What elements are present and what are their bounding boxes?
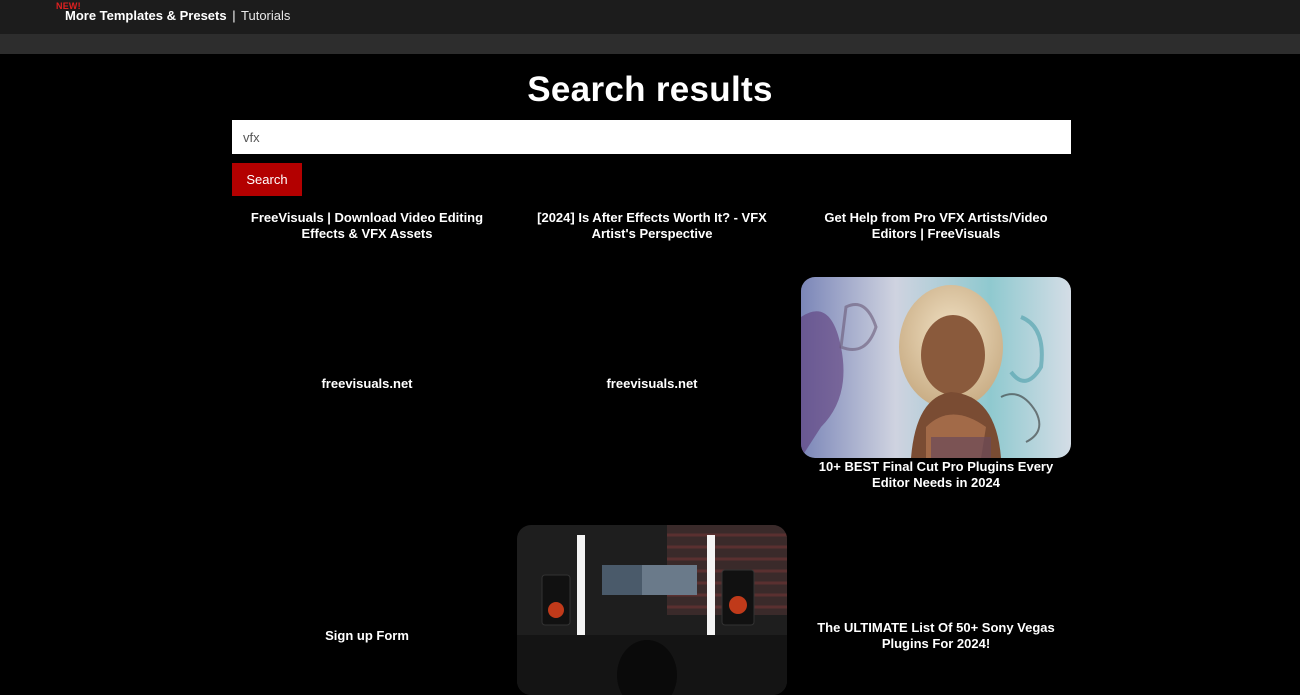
nav-link-templates-presets[interactable]: More Templates & Presets — [65, 8, 227, 23]
result-title[interactable]: freevisuals.net — [232, 376, 502, 392]
woman-portrait-image — [801, 277, 1071, 458]
nav-link-tutorials[interactable]: Tutorials — [241, 8, 290, 23]
editing-desk-image — [517, 525, 787, 695]
page-title: Search results — [527, 70, 773, 109]
result-title[interactable]: Sign up Form — [232, 628, 502, 644]
result-title[interactable]: 10+ BEST Final Cut Pro Plugins Every Edi… — [801, 459, 1071, 491]
search-input[interactable] — [232, 120, 1071, 154]
result-title[interactable]: Get Help from Pro VFX Artists/Video Edit… — [801, 210, 1071, 242]
result-title[interactable]: [2024] Is After Effects Worth It? - VFX … — [517, 210, 787, 242]
nav-separator: | — [232, 8, 236, 23]
result-title[interactable]: FreeVisuals | Download Video Editing Eff… — [232, 210, 502, 242]
search-button[interactable]: Search — [232, 163, 302, 196]
top-nav: More Templates & Presets | Tutorials — [65, 8, 290, 23]
result-title[interactable]: freevisuals.net — [517, 376, 787, 392]
result-thumbnail-woman-portrait[interactable] — [801, 277, 1071, 458]
sub-navigation-bar — [0, 34, 1300, 54]
result-thumbnail-editing-setup[interactable] — [517, 525, 787, 695]
result-title[interactable]: The ULTIMATE List Of 50+ Sony Vegas Plug… — [801, 620, 1071, 652]
